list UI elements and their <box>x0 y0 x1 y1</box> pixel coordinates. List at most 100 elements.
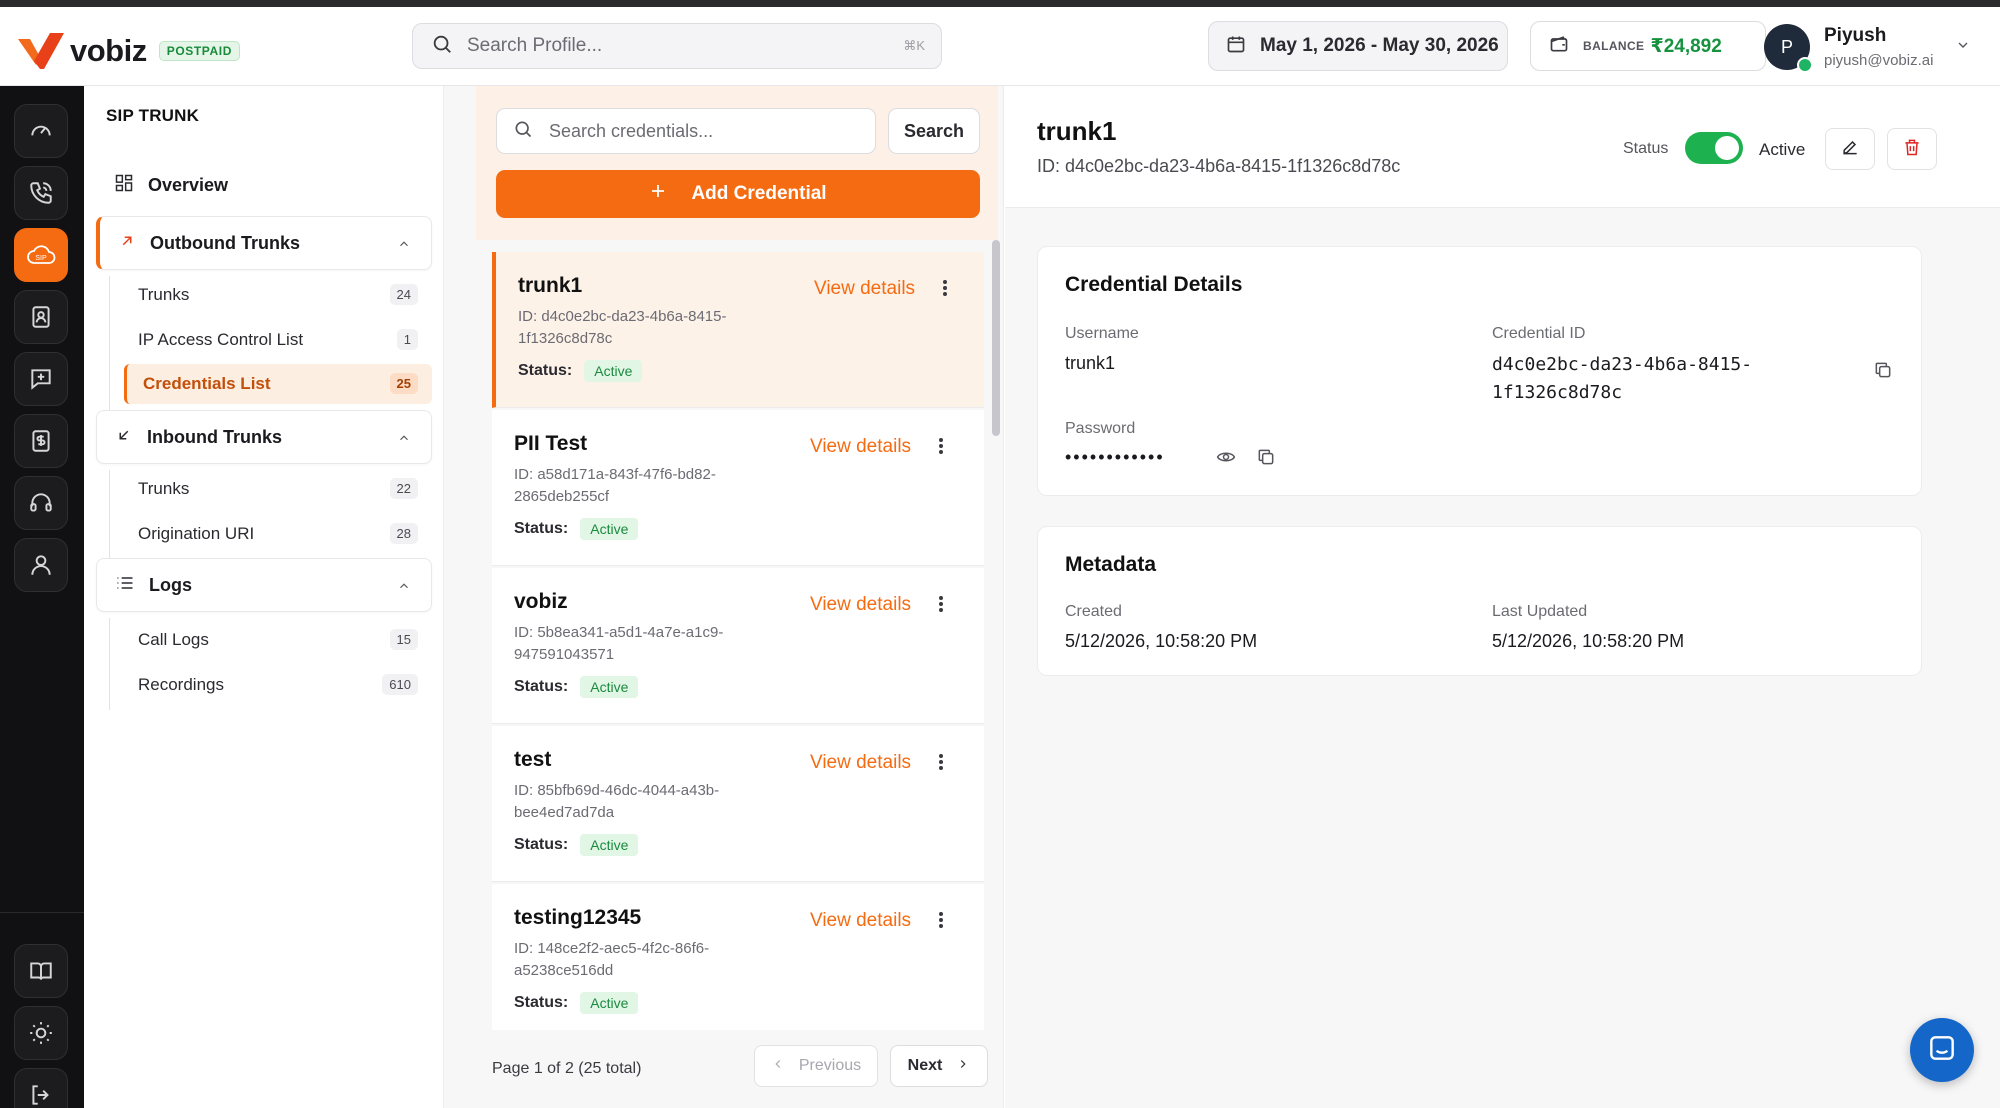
chevron-left-icon <box>771 1057 785 1076</box>
list-item[interactable]: test ID: 85bfb69d-46dc-4044-a43b-bee4ed7… <box>492 726 984 882</box>
message-icon[interactable] <box>14 352 68 406</box>
sidebar-item-overview[interactable]: Overview <box>96 160 432 210</box>
sidebar-group-label: Inbound Trunks <box>147 426 282 447</box>
search-icon <box>431 33 453 60</box>
previous-page-button[interactable]: Previous <box>754 1045 878 1087</box>
edit-button[interactable] <box>1825 128 1875 170</box>
credentials-list[interactable]: trunk1 ID: d4c0e2bc-da23-4b6a-8415-1f132… <box>492 252 984 1030</box>
credential-id-line: 1f1326c8d78c <box>1492 382 1623 403</box>
credential-status: Status: Active <box>514 518 639 540</box>
sidebar-item-ip-acl[interactable]: IP Access Control List 1 <box>122 320 432 360</box>
user-menu[interactable]: P Piyush piyush@vobiz.ai <box>1764 21 1971 73</box>
chevron-down-icon[interactable] <box>1955 37 1971 58</box>
theme-sun-icon[interactable] <box>14 1006 68 1060</box>
tree-line <box>109 276 110 412</box>
status-value: Active <box>1759 140 1806 159</box>
sip-trunk-sidebar: SIP TRUNK Overview Outbound Trunks Trunk… <box>84 86 444 1108</box>
more-vertical-icon[interactable] <box>938 436 944 461</box>
chevron-up-icon[interactable] <box>397 235 411 256</box>
sidebar-group-label: Outbound Trunks <box>150 232 300 253</box>
eye-icon[interactable] <box>1216 447 1236 472</box>
online-status-icon <box>1797 57 1813 73</box>
credential-name: test <box>514 748 552 771</box>
list-item[interactable]: trunk1 ID: d4c0e2bc-da23-4b6a-8415-1f132… <box>492 252 984 408</box>
status-label: Status: <box>518 362 573 379</box>
credential-details-card: Credential Details Username trunk1 Crede… <box>1037 246 1922 496</box>
list-item[interactable]: vobiz ID: 5b8ea341-a5d1-4a7e-a1c9-947591… <box>492 568 984 724</box>
dashboard-icon[interactable] <box>14 104 68 158</box>
billing-icon[interactable] <box>14 414 68 468</box>
list-item[interactable]: PII Test ID: a58d171a-843f-47f6-bd82-286… <box>492 410 984 566</box>
docs-book-icon[interactable] <box>14 944 68 998</box>
avatar-initial: P <box>1780 36 1793 57</box>
icon-rail: SIP <box>0 86 84 1108</box>
sidebar-group-outbound-trunks[interactable]: Outbound Trunks <box>96 216 432 270</box>
plan-badge: POSTPAID <box>158 41 240 61</box>
contacts-icon[interactable] <box>14 290 68 344</box>
status-toggle[interactable] <box>1685 132 1743 164</box>
credential-name: PII Test <box>514 432 588 455</box>
list-item[interactable]: testing12345 ID: 148ce2f2-aec5-4f2c-86f6… <box>492 884 984 1030</box>
sip-cloud-icon[interactable]: SIP <box>14 228 68 282</box>
view-details-link[interactable]: View details <box>810 436 911 458</box>
brand-logo[interactable]: vobiz POSTPAID <box>16 31 240 71</box>
search-profile-input[interactable]: Search Profile... ⌘K <box>412 23 942 69</box>
vobiz-logo-mark <box>16 31 66 71</box>
date-range-text: May 1, 2026 - May 30, 2026 <box>1260 35 1499 56</box>
logout-icon[interactable] <box>14 1068 68 1108</box>
status-badge: Active <box>580 518 639 540</box>
list-scrollbar[interactable] <box>992 240 1000 436</box>
more-vertical-icon[interactable] <box>938 910 944 935</box>
status-label: Status: <box>514 678 569 695</box>
status-label: Status: <box>514 994 569 1011</box>
sidebar-item-outbound-trunks[interactable]: Trunks 24 <box>122 275 432 315</box>
search-placeholder: Search credentials... <box>549 120 714 141</box>
sidebar-item-call-logs[interactable]: Call Logs 15 <box>122 620 432 660</box>
count-badge: 28 <box>389 523 418 544</box>
search-placeholder: Search Profile... <box>467 35 603 56</box>
card-title: Credential Details <box>1065 273 1243 296</box>
sidebar-group-label: Logs <box>149 574 192 595</box>
view-details-link[interactable]: View details <box>810 752 911 774</box>
sidebar-item-origination-uri[interactable]: Origination URI 28 <box>122 514 432 554</box>
chevron-up-icon[interactable] <box>397 577 411 598</box>
chevron-up-icon[interactable] <box>397 429 411 450</box>
sidebar-item-credentials-list[interactable]: Credentials List 25 <box>124 364 432 404</box>
username-value: trunk1 <box>1065 353 1116 373</box>
sidebar-group-logs[interactable]: Logs <box>96 558 432 612</box>
support-icon[interactable] <box>14 476 68 530</box>
more-vertical-icon[interactable] <box>938 752 944 777</box>
balance-label: BALANCE <box>1583 39 1645 53</box>
copy-icon[interactable] <box>1256 447 1276 472</box>
chat-support-button[interactable] <box>1910 1018 1974 1082</box>
delete-button[interactable] <box>1887 128 1937 170</box>
credential-id-value: d4c0e2bc-da23-4b6a-8415- 1f1326c8d78c <box>1492 351 1752 407</box>
credentials-list-panel: Search credentials... Search Add Credent… <box>444 86 1004 1108</box>
balance-widget[interactable]: BALANCE ₹24,892 <box>1530 21 1766 71</box>
view-details-link[interactable]: View details <box>814 278 915 300</box>
credentials-search-input[interactable]: Search credentials... <box>496 108 876 154</box>
credential-id: ID: 148ce2f2-aec5-4f2c-86f6-a5238ce516dd <box>514 940 710 979</box>
next-label: Next <box>907 1057 943 1074</box>
date-range-picker[interactable]: May 1, 2026 - May 30, 2026 <box>1208 21 1508 71</box>
credential-id-label: Credential ID <box>1492 325 1586 342</box>
sidebar-item-inbound-trunks[interactable]: Trunks 22 <box>122 469 432 509</box>
arrow-down-left-icon <box>115 426 133 449</box>
copy-icon[interactable] <box>1873 360 1893 385</box>
credential-status: Status: Active <box>514 676 639 698</box>
user-icon[interactable] <box>14 538 68 592</box>
sidebar-item-recordings[interactable]: Recordings 610 <box>122 665 432 705</box>
calendar-icon <box>1226 34 1246 59</box>
count-badge: 22 <box>389 478 418 499</box>
phone-icon[interactable] <box>14 166 68 220</box>
view-details-link[interactable]: View details <box>810 910 911 932</box>
add-credential-label: Add Credential <box>691 183 827 204</box>
sidebar-group-inbound-trunks[interactable]: Inbound Trunks <box>96 410 432 464</box>
search-button[interactable]: Search <box>888 108 980 154</box>
view-details-link[interactable]: View details <box>810 594 911 616</box>
more-vertical-icon[interactable] <box>942 278 948 303</box>
credential-name: trunk1 <box>518 274 583 297</box>
next-page-button[interactable]: Next <box>890 1045 988 1087</box>
add-credential-button[interactable]: Add Credential <box>496 170 980 218</box>
more-vertical-icon[interactable] <box>938 594 944 619</box>
